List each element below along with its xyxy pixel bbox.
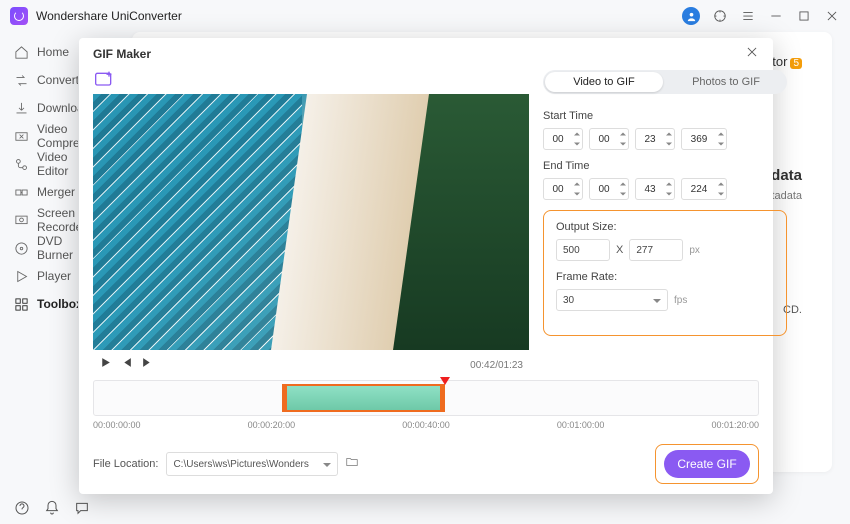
end-minutes-stepper[interactable]: 00: [589, 178, 629, 200]
play-button[interactable]: [99, 356, 112, 374]
output-settings-box: Output Size: X px Frame Rate: 30 fps: [543, 210, 787, 336]
window-close-button[interactable]: [824, 8, 840, 24]
sidebar-item-label: Merger: [37, 185, 75, 199]
timeline-selection[interactable]: [282, 384, 444, 412]
close-icon[interactable]: [745, 45, 759, 64]
playback-time: 00:42/01:23: [470, 360, 523, 371]
sidebar-item-editor[interactable]: Video Editor: [14, 150, 78, 178]
create-gif-button[interactable]: Create GIF: [664, 450, 750, 478]
create-gif-highlight: Create GIF: [655, 444, 759, 484]
output-height-input[interactable]: [629, 239, 683, 261]
sidebar-item-label: Home: [37, 45, 69, 59]
sidebar-item-label: Video Editor: [37, 150, 78, 178]
sidebar-item-dvd[interactable]: DVD Burner: [14, 234, 78, 262]
end-time-label: End Time: [543, 160, 787, 172]
window-minimize-button[interactable]: [768, 8, 784, 24]
sidebar-item-label: Downloader: [37, 101, 78, 115]
start-ms-stepper[interactable]: 369: [681, 128, 727, 150]
mode-tabs: Video to GIF Photos to GIF: [543, 70, 787, 94]
sidebar-item-player[interactable]: Player: [14, 262, 78, 290]
tab-video-to-gif[interactable]: Video to GIF: [543, 70, 665, 94]
sidebar-item-recorder[interactable]: Screen Recorder: [14, 206, 78, 234]
end-hours-stepper[interactable]: 00: [543, 178, 583, 200]
window-maximize-button[interactable]: [796, 8, 812, 24]
timeline-playhead-icon[interactable]: [440, 374, 450, 392]
start-seconds-stepper[interactable]: 23: [635, 128, 675, 150]
sidebar: Home Converter Downloader Video Compress…: [0, 32, 78, 492]
timeline: 00:00:00:0000:00:20:0000:00:40:0000:01:0…: [93, 374, 759, 430]
bg-text: tor5: [772, 54, 802, 69]
px-label: px: [689, 245, 700, 256]
file-location-select[interactable]: C:\Users\ws\Pictures\Wonders: [166, 452, 338, 476]
app-title: Wondershare UniConverter: [36, 9, 182, 23]
start-hours-stepper[interactable]: 00: [543, 128, 583, 150]
x-separator: X: [616, 244, 623, 256]
start-time-label: Start Time: [543, 110, 787, 122]
add-file-icon[interactable]: [93, 70, 117, 92]
sidebar-item-label: Toolbox: [37, 297, 78, 311]
sidebar-item-label: Converter: [37, 73, 78, 87]
help-icon[interactable]: [14, 500, 30, 516]
timeline-handle-start[interactable]: [282, 384, 287, 412]
bottom-toolbar: [14, 500, 90, 516]
sidebar-item-downloader[interactable]: Downloader: [14, 94, 78, 122]
feedback-icon[interactable]: [74, 500, 90, 516]
sidebar-item-toolbox[interactable]: Toolbox: [14, 290, 78, 318]
gif-maker-dialog: GIF Maker 00:42/01:23 Video to GIF Photo…: [79, 38, 773, 494]
end-ms-stepper[interactable]: 224: [681, 178, 727, 200]
output-width-input[interactable]: [556, 239, 610, 261]
timeline-track[interactable]: [93, 380, 759, 416]
sidebar-item-merger[interactable]: Merger: [14, 178, 78, 206]
notification-icon[interactable]: [44, 500, 60, 516]
frame-rate-label: Frame Rate:: [556, 271, 774, 283]
video-preview[interactable]: [93, 94, 529, 350]
tab-photos-to-gif[interactable]: Photos to GIF: [665, 70, 787, 94]
output-size-label: Output Size:: [556, 221, 774, 233]
sidebar-item-label: DVD Burner: [37, 234, 78, 262]
dialog-title: GIF Maker: [93, 47, 151, 61]
prev-frame-button[interactable]: [120, 356, 133, 374]
open-folder-icon[interactable]: [344, 455, 360, 474]
next-frame-button[interactable]: [141, 356, 154, 374]
titlebar: Wondershare UniConverter: [0, 0, 850, 32]
support-icon[interactable]: [712, 8, 728, 24]
sidebar-item-converter[interactable]: Converter: [14, 66, 78, 94]
sidebar-item-label: Player: [37, 269, 71, 283]
user-account-icon[interactable]: [682, 7, 700, 25]
timeline-labels: 00:00:00:0000:00:20:0000:00:40:0000:01:0…: [93, 420, 759, 430]
frame-rate-select[interactable]: 30: [556, 289, 668, 311]
app-logo-icon: [10, 7, 28, 25]
start-minutes-stepper[interactable]: 00: [589, 128, 629, 150]
sidebar-item-label: Screen Recorder: [37, 206, 78, 234]
sidebar-item-home[interactable]: Home: [14, 38, 78, 66]
sidebar-item-compressor[interactable]: Video Compressor: [14, 122, 78, 150]
file-location-label: File Location:: [93, 458, 158, 470]
end-seconds-stepper[interactable]: 43: [635, 178, 675, 200]
sidebar-item-label: Video Compressor: [37, 122, 78, 150]
fps-label: fps: [674, 295, 687, 306]
menu-icon[interactable]: [740, 8, 756, 24]
